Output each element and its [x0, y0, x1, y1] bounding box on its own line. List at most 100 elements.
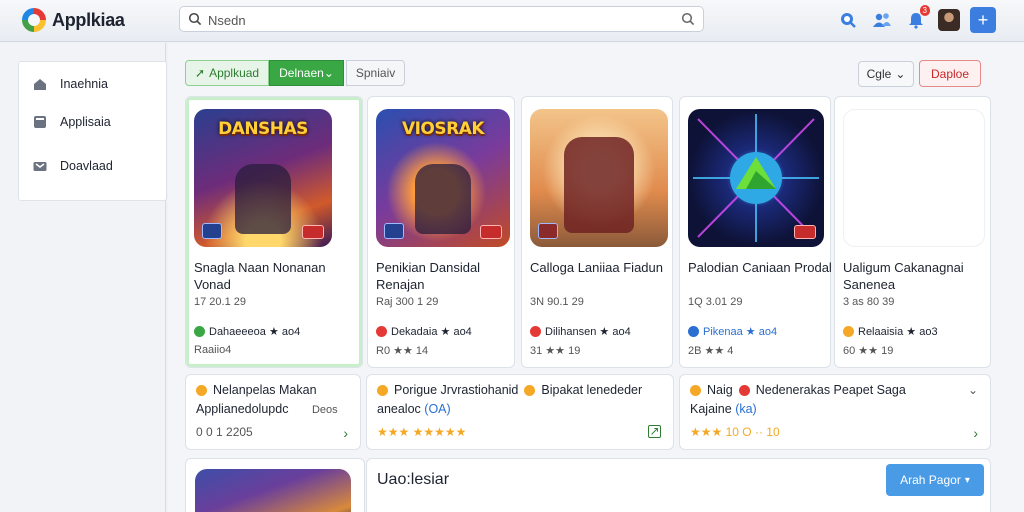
app-card[interactable]: DANSHAS Snagla Naan Nonanan Vonad 17 20.…	[185, 96, 363, 368]
thumbnail-title: DANSHAS	[218, 119, 308, 139]
search-icon	[841, 13, 856, 28]
app-developer[interactable]: Pikenaa ★ ao4	[688, 325, 777, 338]
list-item[interactable]: Porigue Jrvrastiohanid Bipakat lenededer …	[366, 374, 674, 450]
app-rating: R0 ★★ 14	[376, 345, 429, 357]
app-title[interactable]: Penikian Dansidal Renajan	[376, 259, 524, 293]
sidebar-item-label: Doavlaad	[60, 159, 113, 173]
app-title[interactable]: Ualigum Cakanagnai Sanenea	[843, 259, 991, 293]
top-bar: Applkiaa 3 +	[0, 0, 1024, 42]
sidebar-item-apps[interactable]: Applisaia	[32, 112, 111, 132]
section-heading: Uao:lesiar	[377, 471, 450, 488]
users-icon	[873, 13, 891, 27]
filter-selected-label: Delnaen	[279, 66, 324, 80]
download-icon	[32, 158, 48, 174]
search-icon	[188, 12, 202, 26]
chevron-down-icon: ⌄	[895, 67, 906, 81]
list-item-title-secondary: Nedenerakas Peapet Saga	[755, 383, 906, 397]
app-card[interactable]: Calloga Laniiaa Fiadun 3N 90.1 29 Diliha…	[521, 96, 673, 368]
sidebar-item-home[interactable]: Inaehnia	[32, 74, 108, 94]
app-rating: 60 ★★ 19	[843, 345, 894, 357]
app-meta: 1Q 3.01 29	[688, 296, 743, 308]
sidebar-item-label: Applisaia	[60, 115, 111, 129]
list-item-title: Porigue Jrvrastiohanid	[394, 383, 519, 397]
app-icon	[690, 384, 701, 396]
chevron-down-icon[interactable]: ⌄	[968, 383, 978, 397]
list-item-meta: 0 0 1 2205	[196, 425, 253, 439]
filter-secondary-label: Spniaiv	[355, 66, 396, 80]
filter-secondary[interactable]: Spniaiv	[345, 60, 406, 86]
list-item-link[interactable]: (ka)	[735, 402, 757, 416]
app-meta: 3 as 80 39	[843, 296, 895, 308]
app-title[interactable]: Palodian Caniaan Prodal	[688, 259, 836, 276]
badge-icon	[480, 225, 502, 239]
app-icon	[738, 384, 750, 396]
add-button[interactable]: +	[970, 7, 996, 33]
filter-bar: ➚ Applkuad Delnaen ⌄ Spniaiv	[185, 60, 406, 86]
chevron-down-icon: ▾	[964, 474, 970, 486]
app-icon	[196, 384, 207, 396]
app-thumbnail	[688, 109, 824, 247]
notifications-button[interactable]: 3	[904, 5, 930, 32]
list-item-subtitle: Applianedolupdc	[196, 402, 289, 416]
primary-action-button[interactable]: Arah Pagor ▾	[886, 464, 984, 496]
list-item-rating: ★★★ ★★★★★	[377, 425, 467, 439]
badge-icon	[302, 225, 324, 239]
sort-dropdown[interactable]: Cgle ⌄	[858, 61, 914, 87]
developer-icon	[376, 326, 387, 337]
developer-name: Relaaisia ★ ao3	[858, 326, 938, 338]
apps-icon	[32, 114, 48, 130]
users-button[interactable]	[870, 8, 894, 32]
developer-icon	[530, 326, 541, 337]
thumbnail-title: VIOSRAK	[401, 119, 485, 139]
sort-label: Cgle	[866, 67, 892, 81]
chevron-down-icon: ⌄	[323, 66, 334, 80]
developer-name: Dekadaia ★ ao4	[391, 326, 472, 338]
search-input[interactable]	[208, 11, 668, 29]
sidebar: Inaehnia Applisaia Doavlaad	[18, 61, 167, 201]
app-card[interactable]: VIOSRAK Penikian Dansidal Renajan Raj 30…	[367, 96, 515, 368]
app-thumbnail: VIOSRAK	[376, 109, 510, 247]
list-item[interactable]: Nelanpelas Makan Applianedolupdc Deos 0 …	[185, 374, 361, 450]
app-logo[interactable]: Applkiaa	[22, 8, 125, 32]
app-developer[interactable]: Dekadaia ★ ao4	[376, 325, 472, 338]
app-icon	[377, 384, 388, 396]
chevron-right-icon[interactable]: ›	[973, 425, 978, 441]
filter-apps[interactable]: ➚ Applkuad	[185, 60, 270, 86]
app-thumbnail	[843, 109, 985, 247]
home-icon	[32, 76, 48, 92]
sidebar-item-label: Inaehnia	[60, 77, 108, 91]
list-item-link[interactable]: (OA)	[424, 402, 450, 416]
hero-figure	[564, 136, 634, 233]
arrow-icon: ➚	[195, 66, 206, 80]
list-item[interactable]: Naig Nedenerakas Peapet Saga Kajaine (ka)…	[679, 374, 991, 450]
primary-action-label: Arah Pagor	[900, 473, 961, 487]
badge-icon	[794, 225, 816, 239]
developer-name: Dilihansen ★ ao4	[545, 326, 631, 338]
sidebar-item-download[interactable]: Doavlaad	[32, 156, 113, 176]
app-card[interactable]: Palodian Caniaan Prodal 1Q 3.01 29 Piken…	[679, 96, 832, 368]
app-developer[interactable]: Dilihansen ★ ao4	[530, 325, 631, 338]
developer-icon	[688, 326, 699, 337]
app-title[interactable]: Snagla Naan Nonanan Vonad	[194, 259, 342, 293]
app-developer[interactable]: Relaaisia ★ ao3	[843, 325, 938, 338]
badge-icon	[202, 223, 222, 239]
expand-icon[interactable]: ↗	[648, 425, 661, 438]
app-title[interactable]: Calloga Laniiaa Fiadun	[530, 259, 678, 276]
app-rating: 2B ★★ 4	[688, 345, 734, 357]
list-item-rating: ★★★ 10 O ·· 10	[690, 425, 780, 439]
app-thumbnail	[195, 469, 351, 512]
avatar[interactable]	[938, 9, 960, 31]
developer-name: Dahaeeeoa ★ ao4	[209, 326, 301, 338]
deploy-button[interactable]: Daploe	[919, 60, 981, 87]
plus-icon: +	[977, 10, 989, 30]
filter-selected-dropdown[interactable]: Delnaen ⌄	[269, 60, 344, 86]
app-developer[interactable]: Dahaeeeoa ★ ao4	[194, 325, 300, 338]
chevron-right-icon[interactable]: ›	[343, 425, 348, 441]
search-header-button[interactable]	[836, 8, 860, 32]
app-name: Applkiaa	[52, 9, 125, 30]
app-rating: Raaiio4	[194, 344, 232, 356]
search-submit-icon[interactable]	[681, 12, 695, 26]
app-card[interactable]: Ualigum Cakanagnai Sanenea 3 as 80 39 Re…	[834, 96, 991, 368]
header-actions: 3 +	[836, 5, 996, 33]
featured-card[interactable]	[185, 458, 365, 512]
